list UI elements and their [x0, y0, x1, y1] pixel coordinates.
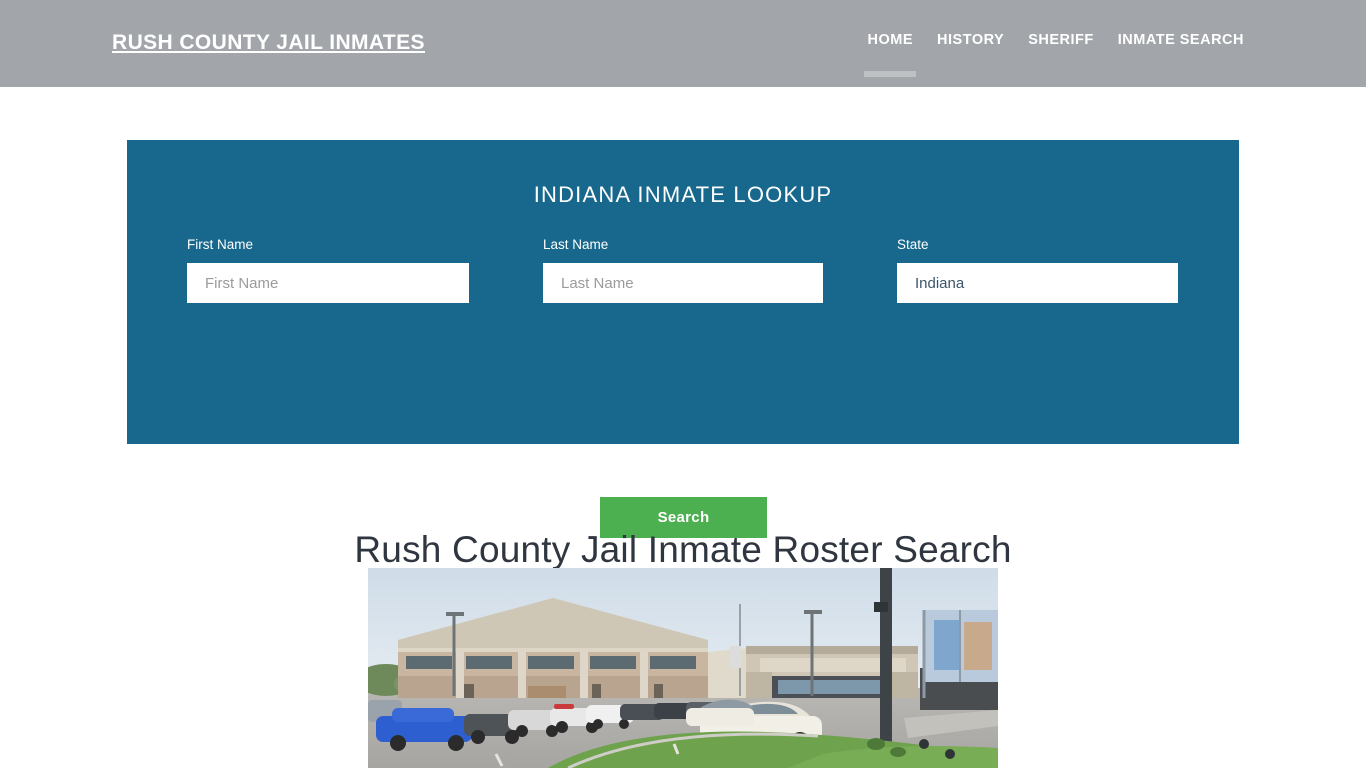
- state-label: State: [897, 237, 929, 252]
- last-name-field-group: Last Name: [543, 237, 823, 303]
- site-header: Rush County Jail Inmates Home History Sh…: [0, 0, 1366, 87]
- nav-item-sheriff[interactable]: Sheriff: [1016, 32, 1106, 48]
- main-navigation: Home History Sheriff Inmate Search: [856, 32, 1256, 77]
- first-name-input[interactable]: [187, 263, 469, 303]
- lookup-panel-title: Indiana Inmate Lookup: [533, 182, 833, 207]
- nav-item-home-label: Home: [867, 32, 914, 48]
- nav-item-inmate-search[interactable]: Inmate Search: [1106, 32, 1256, 48]
- jail-building-photo-graphic: [368, 568, 998, 768]
- nav-item-home[interactable]: Home: [856, 32, 926, 77]
- last-name-input[interactable]: [543, 263, 823, 303]
- last-name-label: Last Name: [543, 237, 609, 252]
- site-brand[interactable]: Rush County Jail Inmates: [112, 31, 425, 55]
- first-name-label: First Name: [187, 237, 254, 252]
- inmate-lookup-panel: Indiana Inmate Lookup First Name Last Na…: [127, 140, 1239, 538]
- nav-active-indicator: [864, 71, 917, 77]
- state-field-group: State Indiana: [897, 237, 1178, 303]
- nav-item-history-label: History: [937, 32, 1005, 48]
- state-select[interactable]: Indiana: [897, 263, 1178, 303]
- nav-item-history[interactable]: History: [925, 32, 1016, 48]
- jail-building-photo: [368, 568, 998, 768]
- first-name-field-group: First Name: [187, 237, 469, 303]
- nav-item-inmate-search-label: Inmate Search: [1117, 32, 1244, 48]
- page-title: Rush County Jail Inmate Roster Search: [354, 528, 1012, 570]
- nav-item-sheriff-label: Sheriff: [1028, 32, 1094, 48]
